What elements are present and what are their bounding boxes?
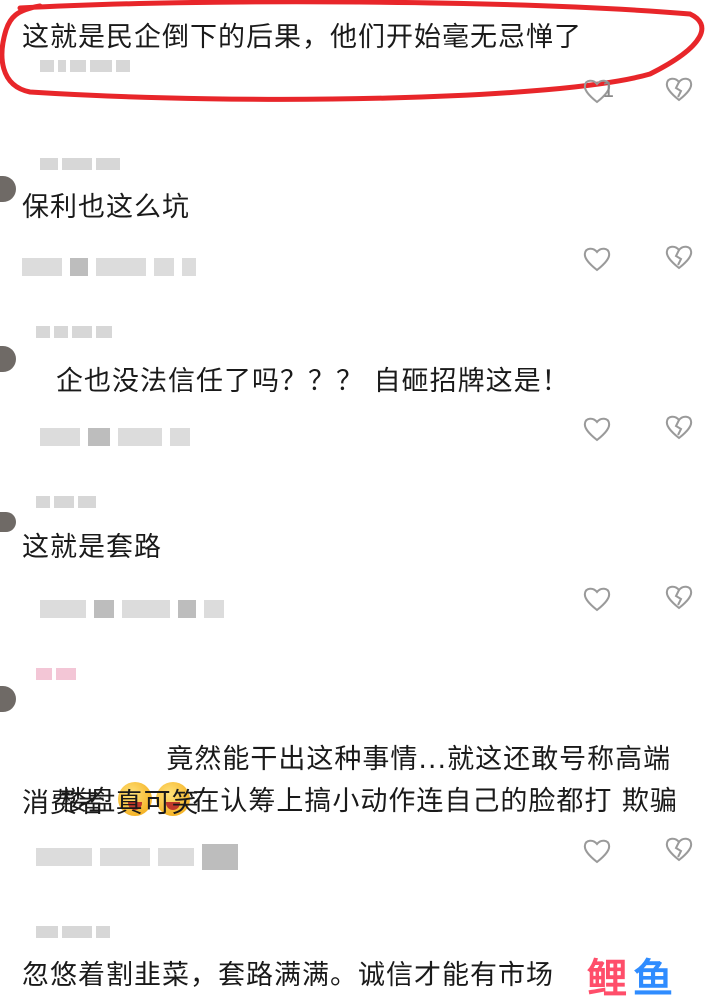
avatar[interactable] — [0, 176, 16, 202]
like-button[interactable] — [583, 836, 615, 866]
broken-heart-icon — [665, 77, 693, 102]
comment-text: 消费者 真可笑 — [22, 788, 200, 819]
blurred-user-name — [40, 158, 120, 170]
dislike-button[interactable] — [665, 836, 697, 866]
dislike-button[interactable] — [665, 414, 697, 444]
dislike-button[interactable] — [665, 244, 697, 274]
blurred-user-name — [36, 926, 110, 938]
blurred-user-name — [36, 326, 112, 338]
dislike-button[interactable] — [665, 76, 697, 106]
comment-meta-blurred — [36, 844, 238, 870]
like-button[interactable] — [583, 414, 615, 444]
dislike-button[interactable] — [665, 584, 697, 614]
like-button[interactable] — [583, 244, 615, 274]
comment-text: 保利也这么坑 — [22, 192, 190, 223]
comment-meta-blurred — [40, 600, 224, 618]
like-count: 1 — [602, 78, 615, 102]
blurred-user-name — [40, 60, 130, 72]
avatar[interactable] — [0, 346, 16, 372]
comment-meta-blurred — [22, 258, 196, 276]
broken-heart-icon — [665, 415, 693, 440]
comment-text: 企也没法信任了吗？？？ 自砸招牌这是！ — [56, 366, 570, 397]
broken-heart-icon — [665, 585, 693, 610]
like-button[interactable] — [583, 584, 615, 614]
comment-text: 这就是民企倒下的后果，他们开始毫无忌惮了 — [22, 22, 582, 53]
comment-meta-blurred — [40, 428, 190, 446]
broken-heart-icon — [665, 837, 693, 862]
heart-outline-icon — [583, 417, 611, 442]
heart-outline-icon — [583, 587, 611, 612]
avatar[interactable] — [0, 686, 16, 712]
blurred-user-name — [36, 668, 76, 680]
heart-outline-icon — [583, 247, 611, 272]
watermark-logo: 鲤鱼 — [587, 956, 679, 1002]
avatar[interactable] — [0, 512, 16, 532]
blurred-user-name — [36, 496, 96, 508]
broken-heart-icon — [665, 245, 693, 270]
comment-text: 这就是套路 — [22, 532, 162, 563]
heart-outline-icon — [583, 839, 611, 864]
